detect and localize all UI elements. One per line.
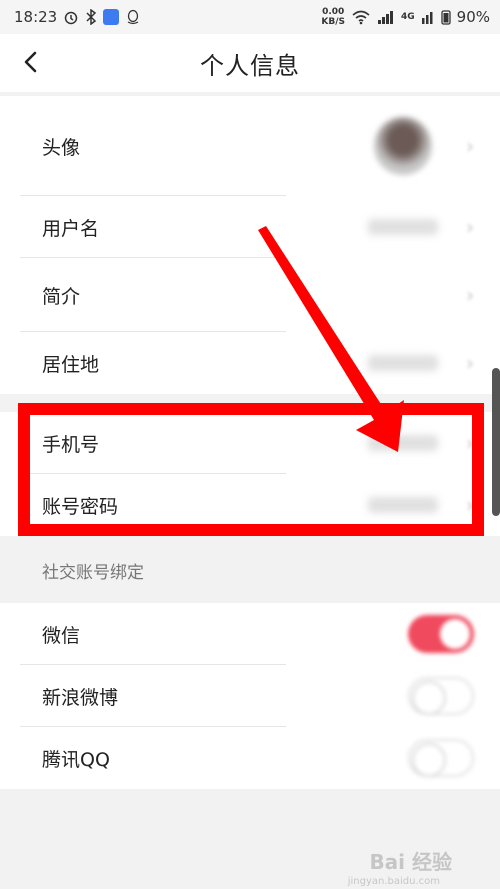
chevron-right-icon: › — [466, 431, 474, 455]
profile-section: 头像 › 用户名 › 简介 › 居住地 › — [0, 96, 500, 394]
net-speed-unit: KB/S — [321, 17, 345, 27]
weibo-toggle[interactable] — [408, 677, 474, 715]
wechat-toggle[interactable] — [408, 615, 474, 653]
location-label: 居住地 — [42, 353, 100, 376]
weibo-row: 新浪微博 — [0, 665, 500, 727]
social-section-title: 社交账号绑定 — [42, 563, 144, 583]
watermark-logo: Bai 经验 — [369, 850, 452, 874]
network-speed: 0.00 KB/S — [321, 7, 345, 27]
location-value-blurred — [368, 355, 438, 371]
chevron-right-icon: › — [466, 134, 474, 158]
intro-label: 简介 — [42, 285, 81, 308]
alarm-icon — [63, 9, 79, 25]
phone-label: 手机号 — [42, 433, 100, 456]
intro-row[interactable]: 简介 › — [0, 258, 500, 332]
status-time: 18:23 — [14, 8, 58, 26]
wechat-row: 微信 — [0, 603, 500, 665]
net-speed-value: 0.00 — [322, 7, 345, 17]
qq-label: 腾讯QQ — [42, 748, 110, 771]
nav-bar: 个人信息 — [0, 34, 500, 92]
username-value-blurred — [368, 219, 438, 235]
phone-row[interactable]: 手机号 › — [0, 412, 500, 474]
signal-icon-2 — [421, 9, 435, 25]
qq-row: 腾讯QQ — [0, 727, 500, 789]
bluetooth-icon — [85, 9, 97, 25]
watermark-url: jingyan.baidu.com — [347, 876, 440, 887]
back-icon[interactable] — [18, 50, 42, 74]
password-label: 账号密码 — [42, 495, 119, 518]
qq-toggle[interactable] — [408, 739, 474, 777]
wechat-label: 微信 — [42, 624, 81, 647]
network-type: 4G — [401, 12, 415, 22]
username-row[interactable]: 用户名 › — [0, 196, 500, 258]
status-bar: 18:23 0.00 KB/S 4G 90% — [0, 0, 500, 34]
avatar — [374, 117, 432, 175]
chevron-right-icon: › — [466, 351, 474, 375]
social-section: 微信 新浪微博 腾讯QQ — [0, 603, 500, 789]
page-title: 个人信息 — [200, 51, 300, 80]
avatar-label: 头像 — [42, 136, 81, 159]
scrollbar-thumb[interactable] — [492, 368, 500, 516]
account-section: 手机号 › 账号密码 › — [0, 412, 500, 536]
battery-percent: 90% — [456, 8, 490, 26]
chevron-right-icon: › — [466, 283, 474, 307]
wifi-icon — [351, 9, 371, 25]
weibo-label: 新浪微博 — [42, 686, 119, 709]
signal-icon — [377, 9, 395, 25]
chevron-right-icon: › — [466, 493, 474, 517]
security-shield-icon — [103, 9, 120, 25]
password-row[interactable]: 账号密码 › — [0, 474, 500, 536]
chevron-right-icon: › — [466, 215, 474, 239]
qq-icon — [125, 9, 141, 25]
password-value-blurred — [368, 497, 438, 513]
phone-value-blurred — [368, 435, 438, 451]
avatar-row[interactable]: 头像 › — [0, 96, 500, 196]
username-label: 用户名 — [42, 217, 100, 240]
battery-icon — [441, 9, 451, 25]
location-row[interactable]: 居住地 › — [0, 332, 500, 394]
